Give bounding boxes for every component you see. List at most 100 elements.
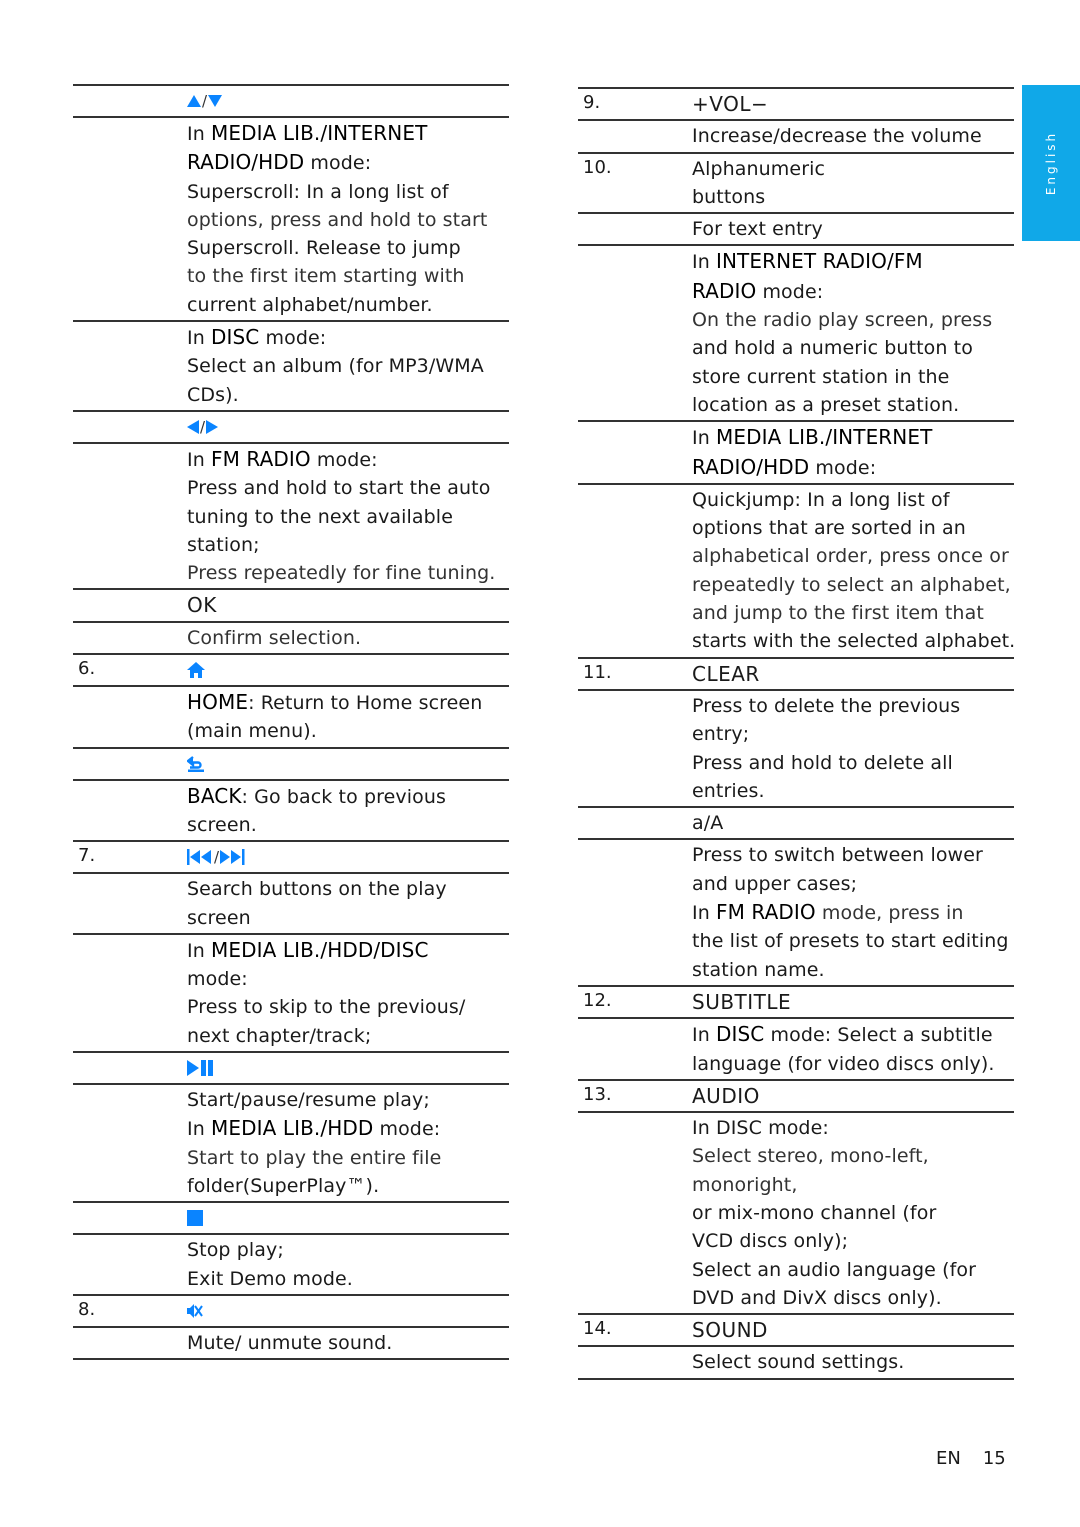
down-arrow-icon (208, 95, 223, 107)
desc-line: location as a preset station. (692, 393, 960, 416)
item-number: 14. (583, 1318, 612, 1340)
item-number: 10. (583, 156, 612, 178)
mode-keyword: INTERNET RADIO/FM (716, 249, 923, 274)
table-row: Confirm selection. (73, 623, 509, 656)
mode-keyword: MEDIA LIB./HDD/DISC (211, 937, 429, 962)
description: For text entry (692, 218, 823, 241)
table-row: For text entry (578, 214, 1014, 247)
item-number: 7. (78, 845, 96, 867)
table-row: Press to delete the previous entry; Pres… (578, 691, 1014, 809)
next-icon (220, 849, 246, 866)
desc-line: In DISC mode: (692, 1117, 829, 1140)
desc-line: Select an audio language (for (692, 1258, 977, 1281)
icon-cell (187, 749, 509, 779)
desc-line: Press to delete the previous (692, 694, 961, 717)
table-row: / (73, 412, 509, 444)
desc-line: CDs). (187, 383, 239, 406)
desc-line: Start to play the entire file (187, 1146, 442, 1169)
button-keyword: HOME (187, 690, 249, 715)
table-row: In MEDIA LIB./INTERNET RADIO/HDD mode: S… (73, 118, 509, 323)
button-title: SOUND (692, 1318, 768, 1343)
desc-line: and upper cases; (692, 872, 858, 895)
page-footer: EN 15 (936, 1448, 1006, 1469)
desc-line: store current station in the (692, 365, 950, 388)
table-row: OK (73, 590, 509, 623)
button-title: Alphanumeric buttons (692, 157, 826, 208)
icon-cell (187, 1053, 509, 1083)
description: Stop play; Exit Demo mode. (187, 1235, 509, 1294)
description: Start/pause/resume play; In MEDIA LIB./H… (187, 1085, 509, 1201)
desc-line: DVD and DivX discs only). (692, 1286, 942, 1309)
description: Mute/ unmute sound. (187, 1331, 393, 1354)
right-column: 9. +VOL− Increase/decrease the volume 10… (578, 87, 1015, 1380)
table-row: 12. SUBTITLE (578, 987, 1014, 1020)
play-pause-icon (187, 1060, 215, 1077)
previous-icon (187, 849, 213, 866)
description: BACK: Go back to previous screen. (187, 781, 509, 841)
mode-keyword: DISC (211, 325, 260, 350)
table-row: HOME: Return to Home screen (main menu). (73, 687, 509, 749)
desc-line: monoright, (692, 1173, 798, 1196)
desc-line: and jump to the first item that (692, 602, 984, 625)
desc-line: next chapter/track; (187, 1024, 372, 1047)
icon-cell: / (187, 86, 509, 116)
slash-separator: / (202, 91, 208, 110)
desc-line: options, press and hold to start (187, 208, 488, 231)
table-row: In INTERNET RADIO/FM RADIO mode: On the … (578, 246, 1014, 423)
item-number: 9. (583, 92, 601, 113)
table-row: 7. / (73, 842, 509, 875)
desc-line: Superscroll: In a long list of (187, 180, 449, 203)
slash-separator: / (214, 848, 220, 867)
right-arrow-icon (206, 419, 219, 434)
left-column: / In MEDIA LIB./INTERNET RADIO/HDD mode:… (73, 84, 509, 1361)
table-row: 9. +VOL− (578, 87, 1014, 122)
desc-line: entries. (692, 779, 765, 802)
button-title: OK (187, 593, 217, 618)
desc-line: entry; (692, 723, 750, 746)
description: In MEDIA LIB./INTERNET RADIO/HDD mode: S… (187, 118, 509, 320)
desc-line: Select an album (for MP3/WMA (187, 355, 484, 378)
table-row: / (73, 84, 509, 118)
desc-line: screen. (187, 813, 257, 836)
desc-line: current alphabet/number. (187, 293, 433, 316)
description: In DISC mode: Select an album (for MP3/W… (187, 322, 509, 410)
description: In DISC mode: Select a subtitle language… (692, 1019, 1014, 1079)
table-row: In DISC mode: Select stereo, mono-left, … (578, 1113, 1014, 1316)
table-row: 6. (73, 655, 509, 688)
table-row (73, 1053, 509, 1086)
table-row: Search buttons on the play screen (73, 874, 509, 935)
icon-cell (187, 1203, 509, 1233)
description: In MEDIA LIB./HDD/DISC mode: Press to sk… (187, 935, 509, 1051)
icon-cell (187, 1296, 509, 1326)
description: Select sound settings. (692, 1351, 905, 1374)
table-row: Stop play; Exit Demo mode. (73, 1235, 509, 1296)
back-icon (187, 755, 205, 772)
table-row: 11. CLEAR (578, 659, 1014, 691)
table-row: In DISC mode: Select a subtitle language… (578, 1019, 1014, 1081)
desc-line: Exit Demo mode. (187, 1267, 353, 1290)
description: Search buttons on the play screen (187, 874, 509, 933)
description: In MEDIA LIB./INTERNET RADIO/HDD mode: (692, 425, 933, 479)
desc-line: mode: (187, 968, 248, 991)
table-row: 14. SOUND (578, 1315, 1014, 1348)
table-row: Select sound settings. (578, 1347, 1014, 1380)
icon-cell: / (187, 842, 509, 872)
table-row (73, 1203, 509, 1236)
table-row: a/A (578, 808, 1014, 841)
desc-line: tuning to the next available (187, 505, 453, 528)
description: HOME: Return to Home screen (main menu). (187, 687, 509, 747)
desc-line: station; (187, 533, 260, 556)
desc-line: options that are sorted in an (692, 517, 966, 540)
desc-line: alphabetical order, press once or (692, 545, 1009, 568)
item-number: 11. (583, 661, 612, 683)
icon-cell: / (187, 412, 509, 442)
desc-line: Search buttons on the play (187, 878, 447, 901)
desc-line: Press and hold to start the auto (187, 477, 491, 500)
desc-line: screen (187, 906, 251, 929)
description: Press to switch between lower and upper … (692, 840, 1014, 984)
up-arrow-icon (187, 95, 201, 107)
table-row: Press to switch between lower and upper … (578, 840, 1014, 987)
button-title: CLEAR (692, 661, 760, 686)
slash-separator: / (200, 417, 206, 436)
item-number: 13. (583, 1083, 612, 1105)
